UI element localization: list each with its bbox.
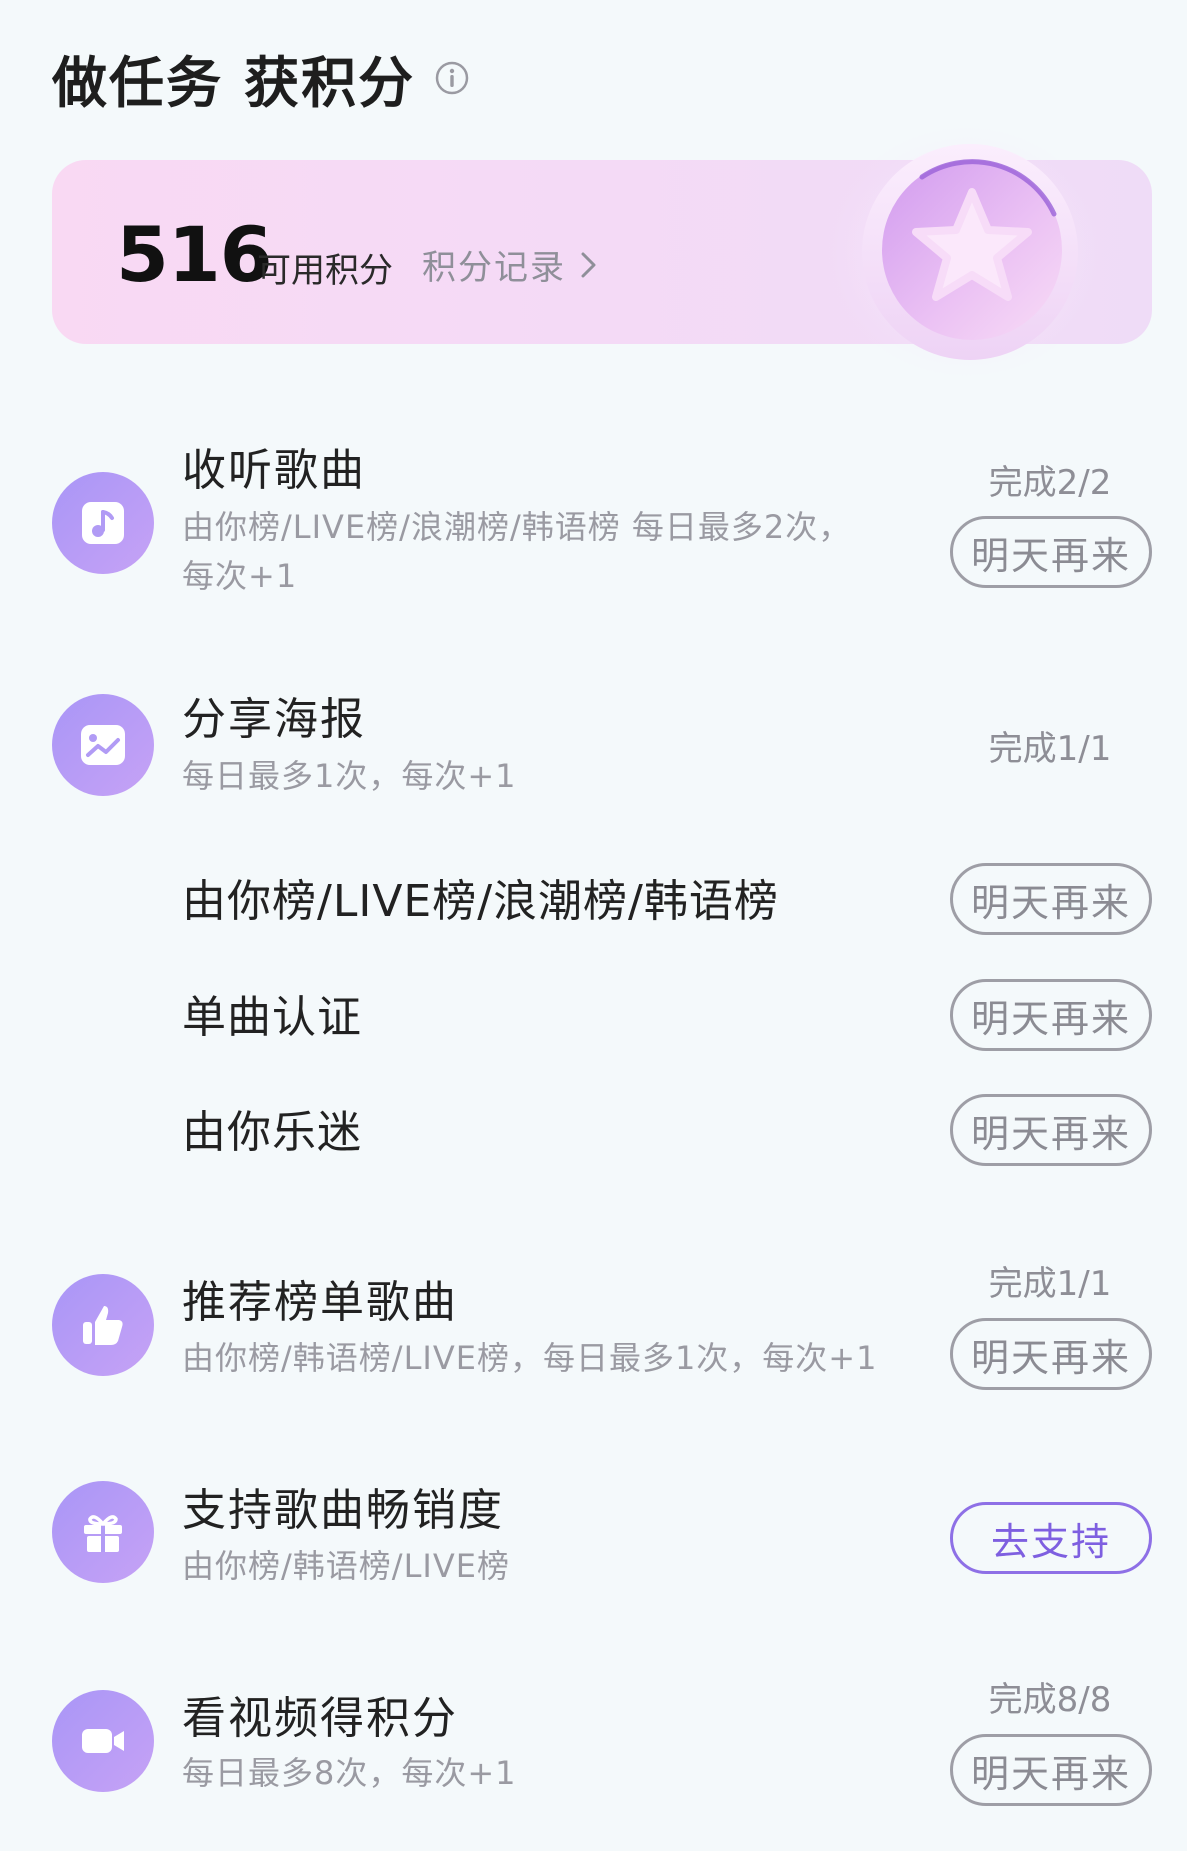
come-back-tomorrow-button[interactable]: 明天再来 — [950, 863, 1152, 935]
task-description: 每日最多1次，每次+1 — [182, 757, 517, 795]
music-note-icon — [52, 472, 154, 574]
page-title: 做任务 获积分 — [52, 51, 416, 115]
task-description-line: 由你榜/LIVE榜/浪潮榜/韩语榜 每日最多2次， — [182, 508, 852, 546]
header: 做任务 获积分 — [52, 38, 469, 118]
star-coin-icon — [827, 126, 1107, 378]
gift-icon — [52, 1481, 154, 1583]
task-description: 由你榜/LIVE榜/浪潮榜/韩语榜 每日最多2次， 每次+1 — [182, 503, 851, 601]
task-status: 完成8/8 — [988, 1680, 1112, 1720]
task-description-line: 每次+1 — [182, 557, 298, 595]
task-description: 由你榜/韩语榜/LIVE榜，每日最多1次，每次+1 — [182, 1339, 878, 1377]
poster-subitem-label: 单曲认证 — [182, 992, 362, 1043]
video-camera-icon — [52, 1690, 154, 1792]
task-title: 推荐榜单歌曲 — [182, 1277, 458, 1328]
thumbs-up-icon — [52, 1274, 154, 1376]
come-back-tomorrow-button[interactable]: 明天再来 — [950, 1734, 1152, 1806]
points-records-link[interactable]: 积分记录 — [422, 240, 598, 289]
task-title: 看视频得积分 — [182, 1693, 458, 1744]
come-back-tomorrow-button[interactable]: 明天再来 — [950, 1094, 1152, 1166]
task-status: 完成1/1 — [988, 1264, 1112, 1304]
task-description: 每日最多8次，每次+1 — [182, 1754, 517, 1792]
chevron-right-icon — [581, 252, 596, 277]
task-title: 分享海报 — [182, 694, 366, 745]
points-card: 516 可用积分 积分记录 — [52, 126, 1152, 378]
task-status: 完成2/2 — [988, 463, 1112, 503]
image-icon — [52, 694, 154, 796]
points-label: 可用积分 — [257, 251, 393, 291]
points-value: 516 — [116, 210, 273, 299]
task-description: 由你榜/韩语榜/LIVE榜 — [182, 1547, 510, 1585]
points-records-label: 积分记录 — [422, 248, 566, 288]
come-back-tomorrow-button[interactable]: 明天再来 — [950, 516, 1152, 588]
go-support-button[interactable]: 去支持 — [950, 1502, 1152, 1574]
task-title: 支持歌曲畅销度 — [182, 1485, 504, 1536]
come-back-tomorrow-button[interactable]: 明天再来 — [950, 979, 1152, 1051]
poster-subitem-label: 由你榜/LIVE榜/浪潮榜/韩语榜 — [182, 876, 779, 927]
come-back-tomorrow-button[interactable]: 明天再来 — [950, 1318, 1152, 1390]
poster-subitem-label: 由你乐迷 — [182, 1107, 362, 1158]
task-status: 完成1/1 — [988, 729, 1112, 769]
info-circle-icon[interactable] — [435, 61, 469, 95]
task-title: 收听歌曲 — [182, 445, 366, 496]
